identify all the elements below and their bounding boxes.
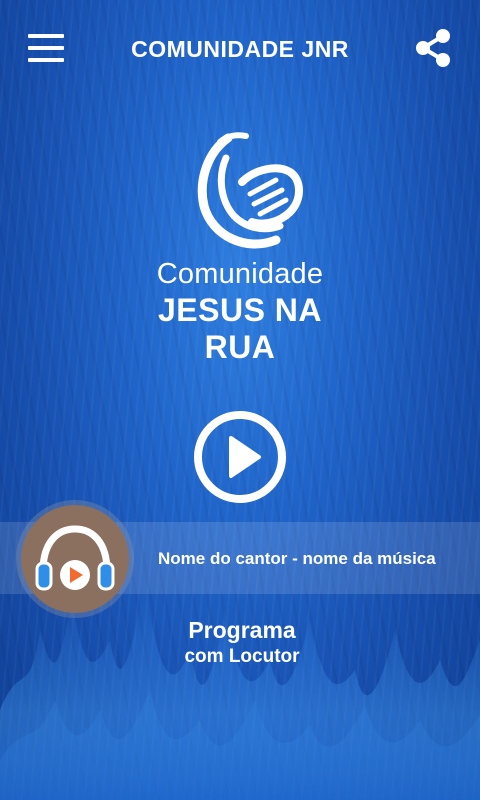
brand-logo: Comunidade JESUS NA RUA bbox=[120, 130, 360, 365]
avatar-circle bbox=[21, 505, 129, 613]
play-icon bbox=[194, 411, 286, 503]
app-title: COMUNIDADE JNR bbox=[131, 36, 349, 62]
program-host: com Locutor bbox=[184, 646, 300, 667]
headphones-play-icon bbox=[35, 525, 115, 591]
play-button[interactable] bbox=[193, 410, 287, 504]
top-bar: COMUNIDADE JNR bbox=[0, 0, 480, 100]
logo-text-comunidade: Comunidade bbox=[156, 258, 324, 290]
program-name: Programa bbox=[188, 617, 296, 643]
share-icon[interactable] bbox=[414, 28, 454, 68]
program-info: Programa com Locutor bbox=[0, 616, 480, 670]
background-texture bbox=[0, 0, 480, 800]
now-playing-text: Nome do cantor - nome da música bbox=[158, 549, 436, 568]
logo-text-jesus-na-rua: JESUS NA RUA bbox=[157, 292, 323, 365]
microphone-logo-icon bbox=[197, 132, 303, 249]
station-avatar bbox=[16, 500, 134, 618]
